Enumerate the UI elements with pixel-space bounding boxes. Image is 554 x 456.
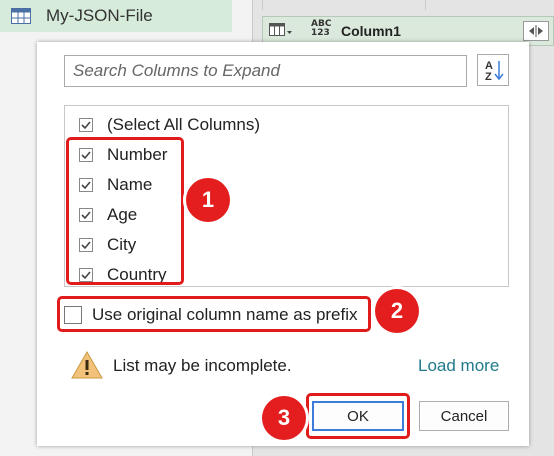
checkbox[interactable] (79, 118, 93, 132)
query-item-label: My-JSON-File (46, 6, 153, 25)
annotation-box-prefix (57, 296, 371, 332)
queries-pane: My-JSON-File (0, 0, 232, 40)
grid-divider (262, 0, 263, 10)
list-item-label: (Select All Columns) (107, 115, 261, 134)
warning-icon (71, 350, 103, 379)
annotation-badge: 2 (375, 289, 419, 333)
search-input[interactable]: Search Columns to Expand (64, 55, 467, 87)
sort-az-icon: A Z (485, 60, 504, 83)
annotation-box-columns (66, 137, 184, 285)
checkmark-icon (81, 121, 91, 130)
warning-text: List may be incomplete. (113, 356, 292, 375)
query-item-my-json-file[interactable]: My-JSON-File (0, 0, 232, 32)
list-item-select-all[interactable]: (Select All Columns) (79, 113, 260, 137)
annotation-box-ok (306, 393, 410, 439)
svg-text:Z: Z (485, 71, 492, 83)
annotation-badge: 1 (186, 178, 230, 222)
annotation-badge: 3 (262, 396, 306, 440)
cancel-button[interactable]: Cancel (419, 401, 509, 431)
grid-divider (425, 0, 426, 10)
table-icon (11, 8, 31, 24)
column-type-label: ABC 123 (311, 19, 332, 38)
table-type-icon[interactable] (269, 23, 293, 39)
sort-az-button[interactable]: A Z (477, 54, 509, 86)
load-more-link[interactable]: Load more (418, 356, 499, 376)
expand-columns-icon[interactable] (523, 21, 549, 41)
column-name: Column1 (341, 23, 401, 39)
